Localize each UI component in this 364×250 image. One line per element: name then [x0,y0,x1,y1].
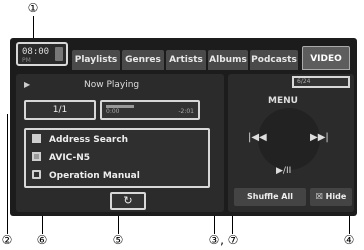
callout-7: ⑦ [227,233,239,247]
tab-albums[interactable]: Albums [208,50,248,70]
track-count: 1/1 [24,100,96,120]
list-item[interactable]: AVIC-N5 [32,150,90,166]
menu-button[interactable]: MENU [268,96,298,106]
control-panel: 6/24 MENU |◀◀ ▶▶| ▶/II Shuffle All ☒ Hid… [228,74,354,212]
callout-2: ② [1,233,13,247]
play-pause-button[interactable]: ▶/II [276,166,291,176]
clock-time: 08:00 [22,47,50,57]
list-item-label: AVIC-N5 [49,153,91,163]
repeat-button[interactable]: ↻ [110,192,146,210]
doc-icon [32,152,41,161]
tab-artists[interactable]: Artists [166,50,206,70]
tab-video[interactable]: VIDEO [302,46,350,70]
list-item-label: Operation Manual [49,171,140,181]
previous-button[interactable]: |◀◀ [248,132,267,143]
callout-6: ⑥ [36,233,48,247]
clock-display[interactable]: 08:00 PM [16,42,68,66]
browse-panel: ▶ Now Playing 1/1 0:00 -2:01 Address Sea… [16,74,224,212]
list-item[interactable]: Address Search [32,132,128,148]
tab-podcasts[interactable]: Podcasts [250,50,298,70]
hide-button[interactable]: ☒ Hide [310,188,352,206]
play-time-indicator: 0:00 -2:01 [100,100,200,120]
next-button[interactable]: ▶▶| [310,132,329,143]
play-triangle-icon: ▶ [24,80,31,89]
callout-4: ④ [343,233,355,247]
callout-separator: , [220,233,224,247]
remaining-time: -2:01 [178,108,194,115]
list-item-label: Address Search [49,135,129,145]
now-playing-row[interactable]: ▶ Now Playing [24,80,210,94]
tab-genres[interactable]: Genres [122,50,164,70]
source-icon [55,47,63,61]
video-list: Address Search AVIC-N5 Operation Manual [24,128,210,188]
callout-1: ① [27,1,39,15]
tab-playlists[interactable]: Playlists [72,50,120,70]
disc-icon [32,170,41,179]
shuffle-all-button[interactable]: Shuffle All [234,188,306,206]
elapsed-time: 0:00 [106,108,120,115]
clock-subtext: PM [22,57,31,64]
status-indicator: 6/24 [292,76,350,88]
now-playing-label: Now Playing [84,80,140,90]
book-icon [32,134,41,143]
device-screen: 08:00 PM Playlists Genres Artists Albums… [10,38,357,216]
list-item[interactable]: Operation Manual [32,168,140,184]
callout-2-leader [7,114,8,234]
callout-5: ⑤ [112,233,124,247]
